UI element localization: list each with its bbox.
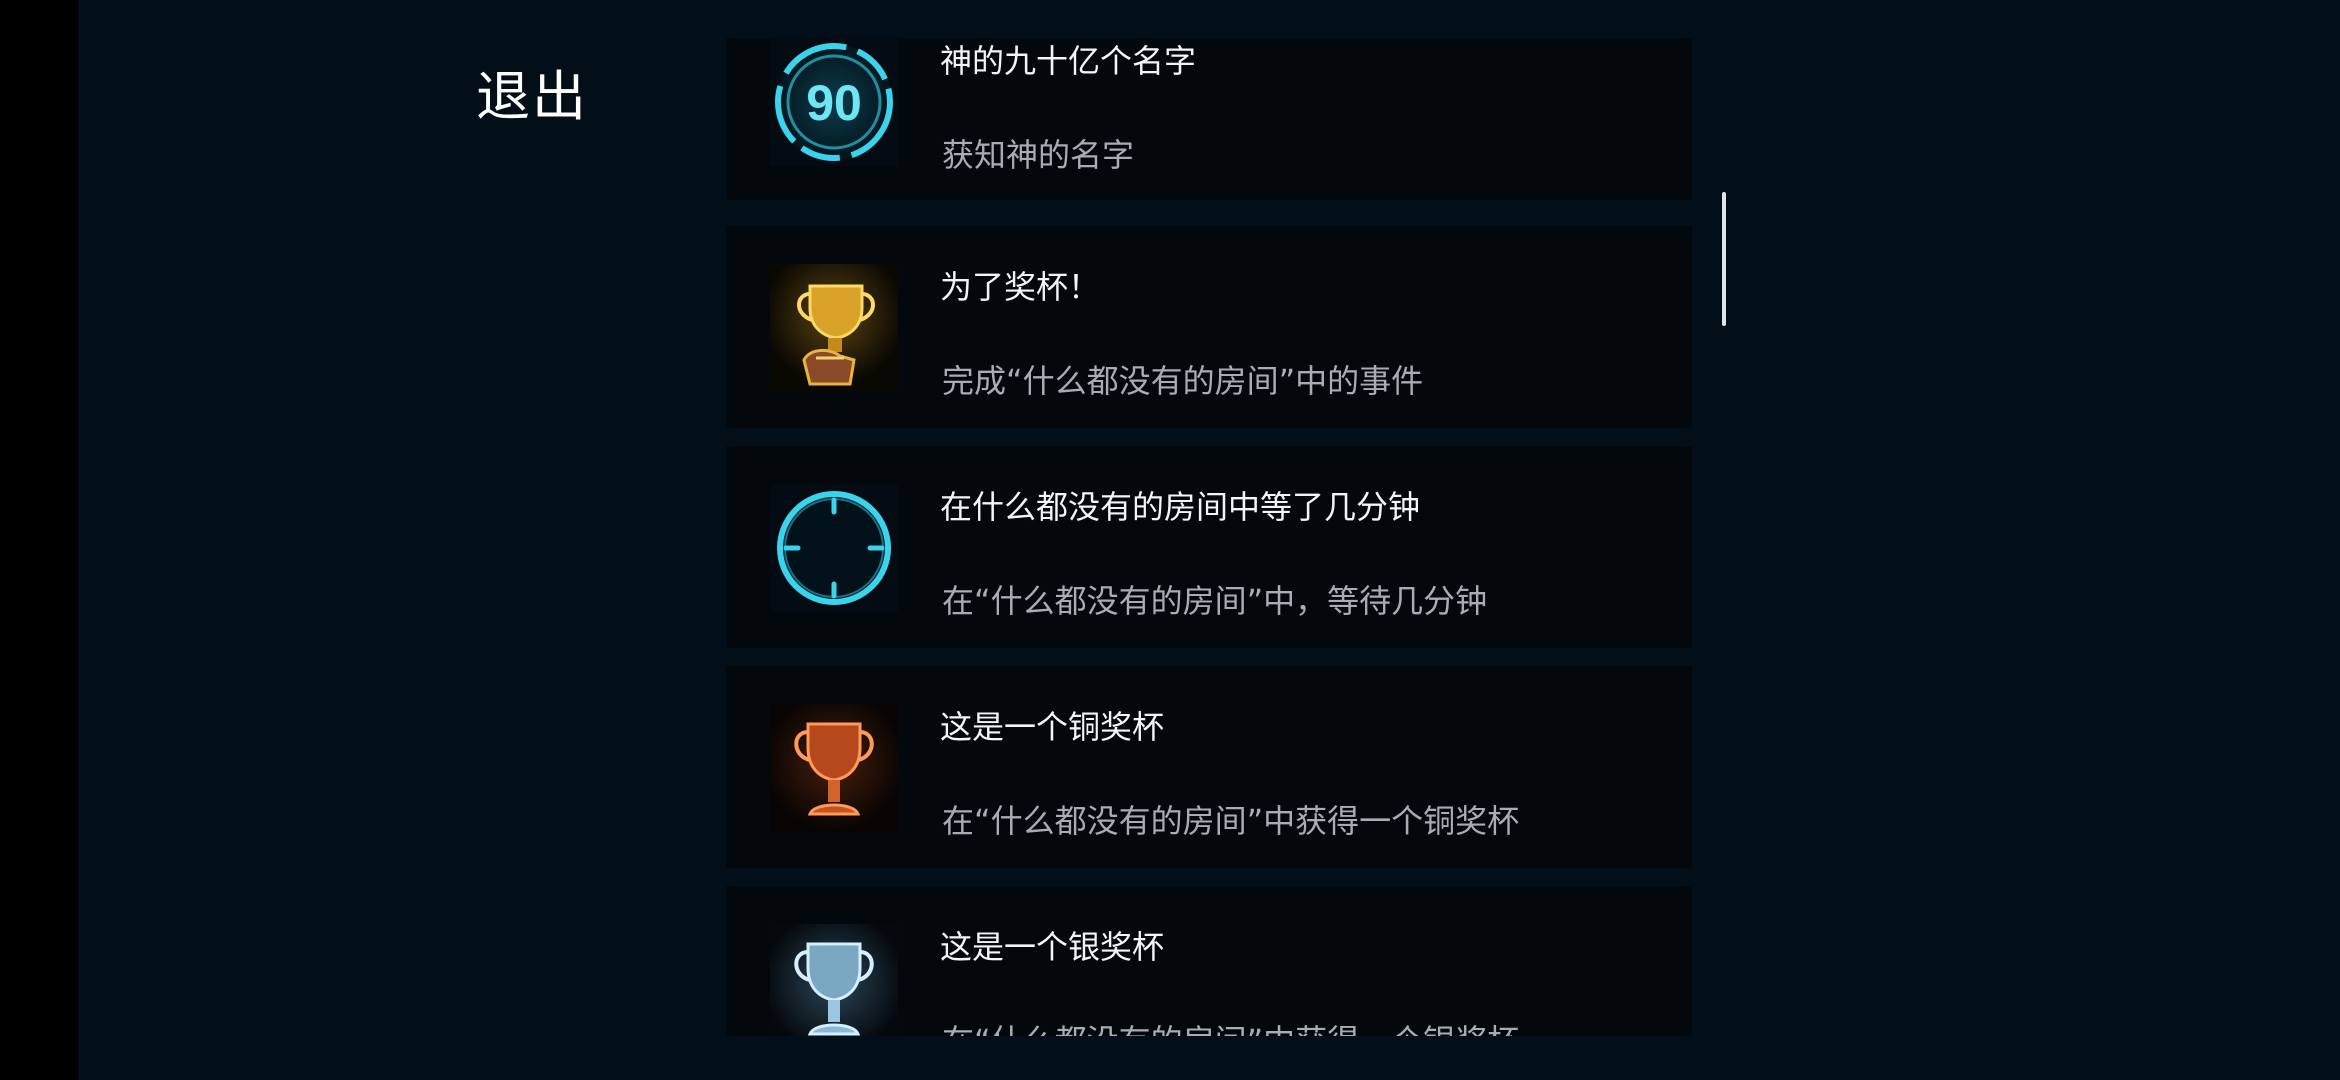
achievement-title: 神的九十亿个名字 xyxy=(940,42,1197,80)
achievement-description: 在“什么都没有的房间”中获得一个银奖杯 xyxy=(942,1016,1519,1036)
achievement-title: 为了奖杯！ xyxy=(940,268,1101,306)
achievements-screen: 退出 90 神的九十亿个名字 获知神的名字 为了奖杯！ 完成“什么都没有的房间”… xyxy=(78,0,2340,1080)
achievement-card-90[interactable]: 90 神的九十亿个名字 获知神的名字 xyxy=(726,38,1692,200)
screen: 退出 90 神的九十亿个名字 获知神的名字 为了奖杯！ 完成“什么都没有的房间”… xyxy=(0,0,2340,1080)
achievement-card-bronze[interactable]: 这是一个铜奖杯 在“什么都没有的房间”中获得一个铜奖杯 xyxy=(726,666,1692,868)
achievement-title: 这是一个银奖杯 xyxy=(940,928,1165,966)
achievement-card-silver[interactable]: 这是一个银奖杯 在“什么都没有的房间”中获得一个银奖杯 xyxy=(726,886,1692,1036)
achievement-title: 这是一个铜奖杯 xyxy=(940,708,1165,746)
achievement-description: 在“什么都没有的房间”中获得一个铜奖杯 xyxy=(942,802,1520,840)
gold-trophy-hand-icon xyxy=(770,264,898,392)
achievement-card-wait[interactable]: 在什么都没有的房间中等了几分钟 在“什么都没有的房间”中，等待几分钟 xyxy=(726,446,1692,648)
achievement-description: 在“什么都没有的房间”中，等待几分钟 xyxy=(942,582,1488,620)
badge-number: 90 xyxy=(806,75,862,131)
achievement-card-trophy[interactable]: 为了奖杯！ 完成“什么都没有的房间”中的事件 xyxy=(726,226,1692,428)
achievement-title: 在什么都没有的房间中等了几分钟 xyxy=(940,488,1421,526)
number-90-badge-icon: 90 xyxy=(770,38,898,166)
bronze-trophy-icon xyxy=(770,704,898,832)
scrollbar-thumb[interactable] xyxy=(1722,192,1726,326)
silver-trophy-icon xyxy=(770,924,898,1036)
clock-icon xyxy=(770,484,898,612)
achievement-description: 完成“什么都没有的房间”中的事件 xyxy=(942,362,1424,400)
achievement-list[interactable]: 90 神的九十亿个名字 获知神的名字 为了奖杯！ 完成“什么都没有的房间”中的事… xyxy=(726,38,1692,1036)
achievement-description: 获知神的名字 xyxy=(942,136,1135,174)
exit-button[interactable]: 退出 xyxy=(476,52,588,131)
